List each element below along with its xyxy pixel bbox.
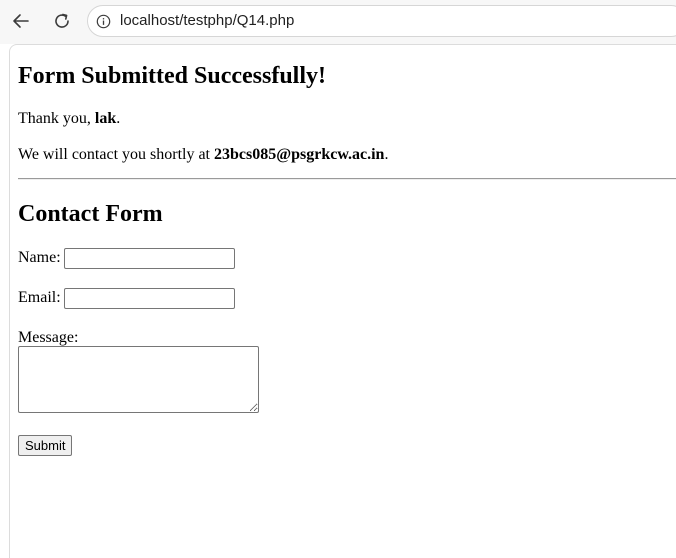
- email-label: Email:: [18, 289, 61, 306]
- reload-button[interactable]: [50, 9, 74, 33]
- back-button[interactable]: [9, 9, 33, 33]
- name-label: Name:: [18, 249, 61, 266]
- contact-suffix: .: [384, 146, 389, 163]
- address-bar[interactable]: localhost/testphp/Q14.php: [87, 5, 676, 37]
- submitted-name: lak: [94, 110, 117, 127]
- thank-you-message: Thank you, lak.: [18, 110, 120, 128]
- url-text[interactable]: localhost/testphp/Q14.php: [120, 12, 294, 29]
- submit-button[interactable]: Submit: [18, 435, 73, 456]
- back-arrow-icon: [13, 14, 29, 28]
- contact-message: We will contact you shortly at 23bcs085@…: [18, 146, 388, 164]
- success-title: Form Submitted Successfully!: [18, 63, 326, 89]
- name-input[interactable]: [64, 248, 235, 269]
- email-input[interactable]: [64, 288, 235, 309]
- contact-form-title: Contact Form: [18, 201, 163, 227]
- submitted-email: 23bcs085@psgrkcw.ac.in: [214, 146, 385, 163]
- contact-prefix: We will contact you shortly at: [18, 146, 214, 163]
- reload-icon: [55, 13, 69, 28]
- thank-prefix: Thank you,: [18, 110, 95, 127]
- message-textarea[interactable]: [18, 346, 259, 413]
- info-icon[interactable]: [96, 14, 111, 29]
- browser-toolbar: localhost/testphp/Q14.php: [0, 0, 676, 44]
- thank-suffix: .: [116, 110, 121, 127]
- message-label: Message:: [18, 329, 79, 346]
- divider: [18, 178, 676, 180]
